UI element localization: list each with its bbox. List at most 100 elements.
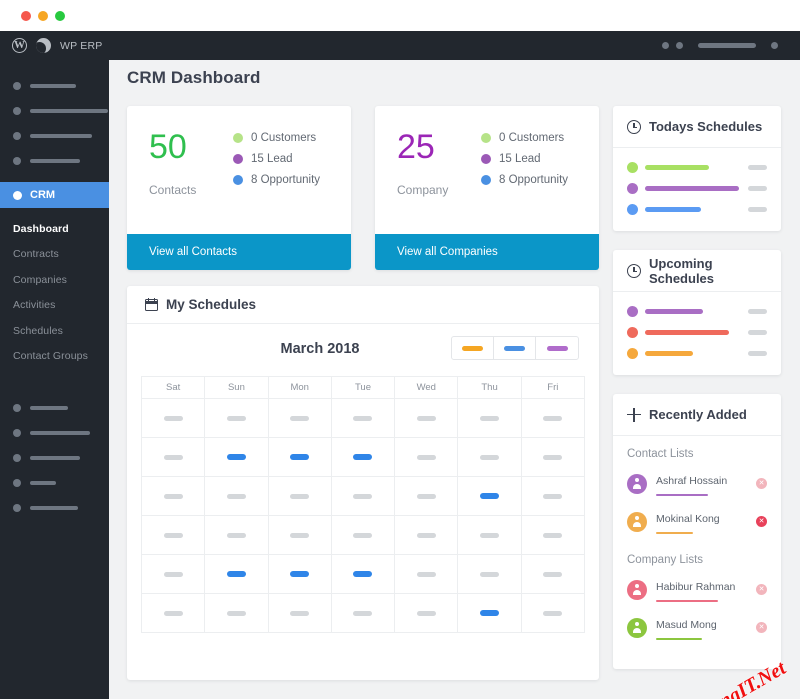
view-all-contacts-button[interactable]: View all Contacts [127,234,351,270]
sidebar-placeholder-item[interactable] [0,420,109,445]
list-item[interactable]: Mokinal Kong ✕ [627,509,767,534]
bullet-icon [13,106,21,115]
sidebar-placeholders-bottom [0,373,109,520]
calendar-day-cell[interactable] [521,555,584,594]
delete-icon[interactable]: ✕ [756,516,767,527]
calendar-day-cell[interactable] [331,438,396,477]
erp-logo-icon[interactable] [36,38,51,53]
status-dot-icon [627,306,638,317]
customers-dot-icon [233,133,243,143]
sidebar-placeholder-item[interactable] [0,445,109,470]
sidebar-item-schedules[interactable]: Schedules [13,318,109,344]
calendar-day-cell[interactable] [268,555,332,594]
calendar-day-cell[interactable] [458,399,522,438]
delete-icon[interactable]: ✕ [756,622,767,633]
sidebar-placeholder-item[interactable] [0,495,109,520]
list-item[interactable] [627,348,767,359]
bullet-icon [13,403,21,412]
calendar-day-cell[interactable] [521,477,584,516]
calendar-day-cell[interactable] [395,594,459,633]
calendar-day-cell[interactable] [205,516,269,555]
plus-icon[interactable] [627,407,641,422]
sidebar-placeholder-item[interactable] [0,98,109,123]
list-item[interactable] [627,306,767,317]
wordpress-icon[interactable]: W [12,38,27,53]
list-item[interactable] [627,204,767,215]
calendar-day-cell[interactable] [395,555,459,594]
list-item[interactable]: Masud Mong ✕ [627,615,767,640]
calendar-day-cell[interactable] [142,516,206,555]
calendar-day-cell[interactable] [205,399,269,438]
calendar-day-cell[interactable] [331,516,396,555]
calendar-day-cell[interactable] [142,399,206,438]
close-window-icon[interactable] [21,11,31,21]
sidebar-placeholder-item[interactable] [0,395,109,420]
calendar-day-cell[interactable] [268,399,332,438]
calendar-day-cell[interactable] [521,594,584,633]
calendar-day-cell[interactable] [395,399,459,438]
calendar-day-cell[interactable] [331,555,396,594]
sidebar-placeholder-item[interactable] [0,470,109,495]
adminbar-icon-1[interactable] [662,42,669,49]
calendar-day-cell[interactable] [142,555,206,594]
sidebar-item-crm[interactable]: CRM [0,182,109,208]
calendar-day-cell[interactable] [458,555,522,594]
maximize-window-icon[interactable] [55,11,65,21]
calendar-day-cell[interactable] [331,399,396,438]
calendar-day-cell[interactable] [331,477,396,516]
calendar-day-cell[interactable] [521,516,584,555]
minimize-window-icon[interactable] [38,11,48,21]
calendar-day-cell[interactable] [268,477,332,516]
list-item[interactable] [627,162,767,173]
label-placeholder [30,480,56,485]
calendar-day-cell[interactable] [331,594,396,633]
legend-orange-button[interactable] [452,337,494,359]
calendar-day-cell[interactable] [458,594,522,633]
calendar-day-cell[interactable] [142,477,206,516]
sidebar-item-activities[interactable]: Activities [13,293,109,319]
main-content: CRM Dashboard 50 Contacts 0 Customers 15… [109,60,800,699]
calendar-header-row: Sat Sun Mon Tue Wed Thu Fri [142,377,584,399]
calendar-day-cell[interactable] [395,477,459,516]
calendar-day-cell[interactable] [205,438,269,477]
calendar-day-cell[interactable] [142,594,206,633]
avatar [627,473,647,494]
legend-purple-button[interactable] [536,337,578,359]
calendar-day-cell[interactable] [458,438,522,477]
adminbar-icon-3[interactable] [771,42,778,49]
name-underline [656,600,718,602]
calendar-day-cell[interactable] [268,438,332,477]
adminbar-user-placeholder[interactable] [698,43,756,48]
calendar-day-cell[interactable] [205,594,269,633]
sidebar-item-contact-groups[interactable]: Contact Groups [13,344,109,370]
list-item[interactable]: Habibur Rahman ✕ [627,577,767,602]
calendar-day-cell[interactable] [458,516,522,555]
sidebar-placeholder-item[interactable] [0,148,109,173]
delete-icon[interactable]: ✕ [756,584,767,595]
calendar-day-cell[interactable] [521,399,584,438]
sidebar-placeholder-item[interactable] [0,123,109,148]
calendar-day-cell[interactable] [205,555,269,594]
legend-blue-button[interactable] [494,337,536,359]
calendar-day-cell[interactable] [205,477,269,516]
calendar-day-cell[interactable] [142,438,206,477]
list-item[interactable] [627,183,767,194]
delete-icon[interactable]: ✕ [756,478,767,489]
adminbar-icon-2[interactable] [676,42,683,49]
calendar-event-placeholder [543,571,563,577]
sidebar-item-dashboard[interactable]: Dashboard [13,216,109,242]
calendar-day-cell[interactable] [268,516,332,555]
calendar-day-cell[interactable] [395,516,459,555]
sidebar-item-contracts[interactable]: Contracts [13,242,109,268]
sidebar-item-companies[interactable]: Companies [13,267,109,293]
sidebar-placeholder-item[interactable] [0,73,109,98]
calendar-day-cell[interactable] [521,438,584,477]
stat-summary: 50 Contacts [149,128,233,234]
company-name: Habibur Rahman [656,581,736,593]
view-all-companies-button[interactable]: View all Companies [375,234,599,270]
list-item[interactable] [627,327,767,338]
calendar-day-cell[interactable] [268,594,332,633]
calendar-day-cell[interactable] [395,438,459,477]
calendar-day-cell[interactable] [458,477,522,516]
list-item[interactable]: Ashraf Hossain ✕ [627,471,767,496]
